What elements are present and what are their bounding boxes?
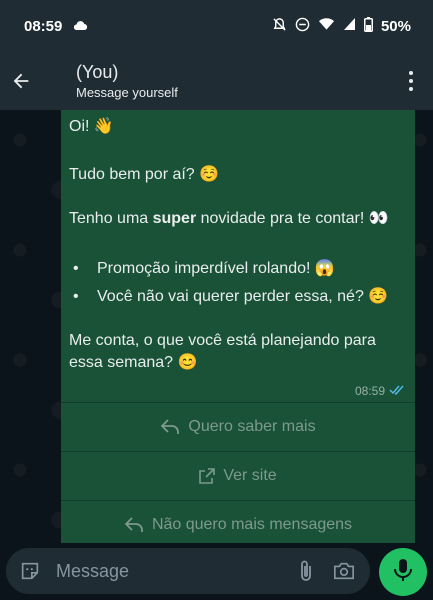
- microphone-icon: [393, 558, 413, 587]
- quick-reply-label: Não quero mais mensagens: [151, 516, 353, 533]
- message-meta: 08:59: [355, 380, 405, 402]
- composer-bar: [0, 548, 433, 600]
- voice-message-button[interactable]: [379, 548, 427, 596]
- message-body: Oi! 👋 Tudo bem por aí? ☺️ Tenho uma supe…: [61, 110, 415, 398]
- battery-level: 50%: [380, 17, 411, 35]
- visit-website-button[interactable]: Ver site: [61, 451, 415, 500]
- status-time: 08:59: [24, 17, 63, 35]
- quick-reply-buttons: Quero saber mais Ver site Não quero mais…: [61, 402, 415, 549]
- message-field-container: [6, 548, 370, 594]
- message-input[interactable]: [54, 559, 294, 583]
- message-line: Tenho uma super novidade pra te contar! …: [69, 210, 389, 227]
- quick-reply-button[interactable]: Quero saber mais: [61, 402, 415, 451]
- bullet-item: • Promoção imperdível rolando! 😱: [73, 260, 335, 277]
- message-time: 08:59: [354, 384, 385, 398]
- message-greeting: Oi! 👋: [69, 118, 114, 135]
- chat-subtitle: Message yourself: [76, 85, 178, 100]
- more-options-icon[interactable]: [401, 66, 421, 96]
- back-arrow-icon[interactable]: [6, 66, 36, 96]
- signal-icon: [343, 17, 356, 35]
- dnd-icon: [295, 17, 310, 36]
- mute-icon: [272, 17, 287, 36]
- cloud-icon: [72, 18, 88, 34]
- message-bubble[interactable]: Oi! 👋 Tudo bem por aí? ☺️ Tenho uma supe…: [61, 110, 415, 543]
- chat-title: (You): [76, 62, 119, 82]
- wifi-icon: [318, 17, 335, 35]
- chat-header: (You) Message yourself: [0, 52, 433, 110]
- chat-title-block[interactable]: (You) Message yourself: [76, 62, 178, 100]
- read-ticks-icon: [389, 380, 405, 402]
- visit-website-label: Ver site: [223, 467, 277, 484]
- bullet-item: • Você não vai querer perder essa, né? ☺️: [73, 288, 389, 305]
- external-link-icon: [199, 468, 216, 484]
- quick-reply-button[interactable]: Não quero mais mensagens: [61, 500, 415, 549]
- camera-icon[interactable]: [332, 559, 356, 583]
- message-line: Tudo bem por aí? ☺️: [69, 166, 220, 183]
- attachment-icon[interactable]: [294, 559, 318, 583]
- reply-icon: [160, 419, 180, 435]
- reply-icon: [124, 517, 144, 533]
- sticker-icon[interactable]: [18, 559, 42, 583]
- battery-icon: [363, 16, 373, 36]
- message-closing: Me conta, o que você está planejando par…: [69, 332, 376, 371]
- quick-reply-label: Quero saber mais: [188, 418, 316, 435]
- status-bar: 08:59 50%: [0, 0, 433, 52]
